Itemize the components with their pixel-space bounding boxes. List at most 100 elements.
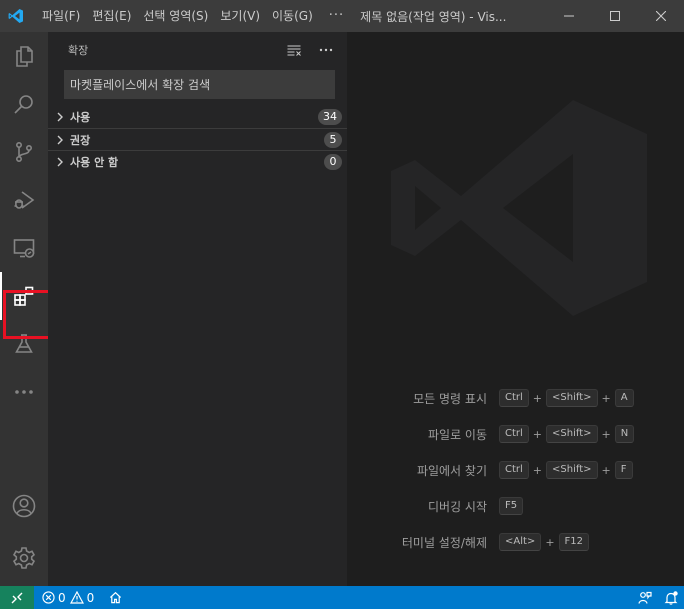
keycap: <Shift>: [546, 461, 598, 479]
settings-button[interactable]: [0, 534, 48, 582]
count-badge: 34: [318, 109, 342, 125]
shortcut-keys: Ctrl + <Shift> + A: [499, 389, 634, 407]
menu-selection[interactable]: 선택 영역(S): [137, 0, 214, 32]
keycap: A: [614, 389, 634, 407]
shortcut-label: 파일로 이동: [427, 427, 487, 442]
ellipsis-icon: [319, 48, 333, 51]
run-debug-button[interactable]: [0, 176, 48, 224]
clear-filter-icon: [287, 45, 301, 56]
status-bar: 0 0: [0, 586, 684, 609]
keycap: Ctrl: [499, 389, 529, 407]
maximize-button[interactable]: [592, 0, 638, 32]
error-icon: [42, 591, 55, 604]
warning-icon: [69, 591, 84, 604]
section-disabled[interactable]: 사용 안 함 0: [48, 150, 347, 172]
testing-button[interactable]: [0, 320, 48, 368]
keycap: N: [614, 425, 635, 443]
shortcut-keys: Ctrl + <Shift> + F: [499, 461, 633, 479]
shortcut-label: 디버깅 시작: [427, 499, 487, 514]
shortcut-label: 모든 명령 표시: [413, 391, 487, 406]
vscode-logo-icon: [0, 0, 32, 32]
remote-explorer-button[interactable]: [0, 224, 48, 272]
search-button[interactable]: [0, 80, 48, 128]
keycap: F12: [558, 533, 590, 551]
menu-more-icon[interactable]: ···: [319, 0, 354, 32]
menu-view[interactable]: 보기(V): [214, 0, 266, 32]
views-more-actions-button[interactable]: [315, 39, 337, 61]
menu-edit[interactable]: 편집(E): [86, 0, 137, 32]
warning-count: 0: [86, 590, 95, 605]
maximize-icon: [610, 11, 620, 21]
close-button[interactable]: [638, 0, 684, 32]
keycap: F: [614, 461, 633, 479]
extensions-search-input[interactable]: [70, 77, 335, 92]
chevron-right-icon: [52, 132, 68, 148]
minimize-icon: [564, 15, 574, 17]
error-count: 0: [58, 590, 66, 605]
remote-indicator-button[interactable]: [0, 586, 34, 609]
feedback-icon: [638, 591, 652, 604]
shortcut-go-to-file[interactable]: 파일로 이동 Ctrl + <Shift> + N: [347, 416, 684, 452]
shortcut-label: 터미널 설정/해제: [401, 535, 487, 550]
shortcut-find-in-files[interactable]: 파일에서 찾기 Ctrl + <Shift> + F: [347, 452, 684, 488]
shortcut-label: 파일에서 찾기: [416, 463, 487, 478]
sidebar-header: 확장: [48, 32, 347, 67]
window-title: 제목 없음(작업 영역) - Vis...: [360, 9, 507, 24]
chevron-right-icon: [52, 154, 68, 170]
close-icon: [656, 11, 666, 21]
notifications-button[interactable]: [664, 586, 678, 609]
shortcut-keys: F5: [499, 497, 524, 515]
keycap: Ctrl: [499, 425, 529, 443]
sidebar-actions: [283, 32, 337, 67]
more-views-button[interactable]: [0, 368, 48, 416]
shortcut-list: 모든 명령 표시 Ctrl + <Shift> + A 파일로 이동 Ctrl + <…: [347, 380, 684, 560]
shortcut-start-debugging[interactable]: 디버깅 시작 F5: [347, 488, 684, 524]
source-control-button[interactable]: [0, 128, 48, 176]
section-recommended[interactable]: 권장 5: [48, 128, 347, 150]
title-bar: 파일(F) 편집(E) 선택 영역(S) 보기(V) 이동(G) ··· 제목 …: [0, 0, 684, 32]
extensions-search-box: [64, 70, 335, 99]
menu-bar: 파일(F) 편집(E) 선택 영역(S) 보기(V) 이동(G) ···: [36, 0, 354, 32]
extensions-sidebar: 확장 사용 34 권장 5: [48, 32, 347, 586]
extensions-icon: [14, 286, 34, 306]
extensions-button[interactable]: [0, 272, 48, 320]
extension-sections: 사용 34 권장 5 사용 안 함 0: [48, 106, 347, 172]
home-button[interactable]: [99, 586, 127, 609]
chevron-right-icon: [52, 109, 68, 125]
sidebar-title: 확장: [68, 43, 89, 57]
menu-file[interactable]: 파일(F): [36, 0, 86, 32]
shortcut-keys: <Alt> + F12: [499, 533, 590, 551]
keycap: Ctrl: [499, 461, 529, 479]
section-label: 사용 안 함: [70, 155, 119, 169]
account-button[interactable]: [0, 482, 48, 530]
keycap: <Alt>: [499, 533, 542, 551]
explorer-button[interactable]: [0, 32, 48, 80]
window-controls: [546, 0, 684, 32]
account-icon: [12, 494, 36, 518]
activity-bar: [0, 32, 48, 586]
editor-area: 모든 명령 표시 Ctrl + <Shift> + A 파일로 이동 Ctrl + <…: [347, 32, 684, 586]
count-badge: 5: [324, 132, 342, 148]
problems-button[interactable]: 0 0: [34, 586, 99, 609]
feedback-button[interactable]: [638, 586, 652, 609]
shortcut-show-all-commands[interactable]: 모든 명령 표시 Ctrl + <Shift> + A: [347, 380, 684, 416]
testing-icon: [15, 334, 33, 353]
section-installed[interactable]: 사용 34: [48, 106, 347, 128]
home-icon: [110, 591, 122, 604]
source-control-icon: [16, 141, 33, 162]
clear-extensions-button[interactable]: [283, 39, 305, 61]
bell-icon: [664, 590, 678, 605]
settings-gear-icon: [12, 547, 36, 569]
minimize-button[interactable]: [546, 0, 592, 32]
more-icon: [15, 390, 33, 394]
search-icon: [14, 95, 33, 114]
section-label: 권장: [70, 133, 91, 147]
shortcut-toggle-terminal[interactable]: 터미널 설정/해제 <Alt> + F12: [347, 524, 684, 560]
keycap: F5: [499, 497, 524, 515]
status-bar-right: [638, 586, 678, 609]
menu-go[interactable]: 이동(G): [266, 0, 319, 32]
files-icon: [16, 46, 33, 67]
remote-explorer-icon: [13, 239, 35, 258]
section-label: 사용: [70, 111, 91, 124]
run-debug-icon: [14, 191, 35, 209]
